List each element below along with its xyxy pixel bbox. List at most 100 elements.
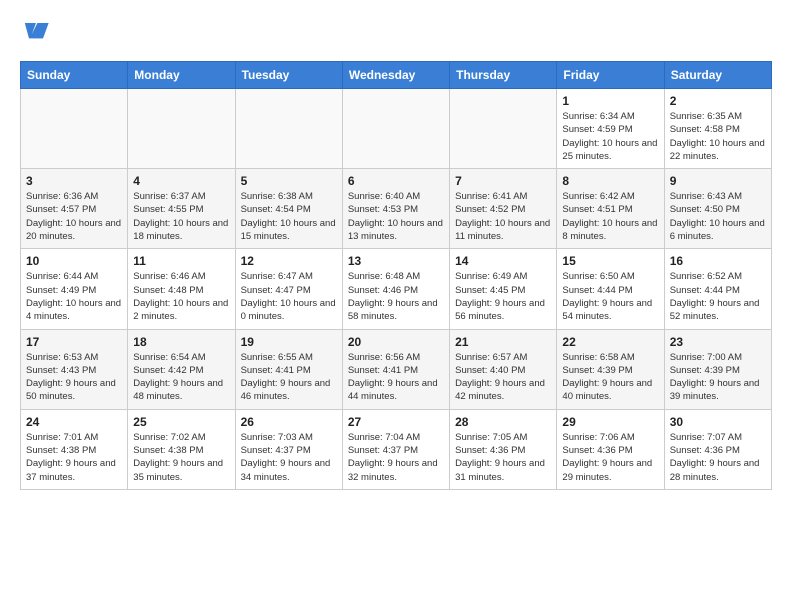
day-info: Sunrise: 6:42 AMSunset: 4:51 PMDaylight:… xyxy=(562,190,658,243)
day-info: Sunrise: 7:07 AMSunset: 4:36 PMDaylight:… xyxy=(670,431,766,484)
calendar-cell: 8Sunrise: 6:42 AMSunset: 4:51 PMDaylight… xyxy=(557,169,664,249)
day-info: Sunrise: 6:47 AMSunset: 4:47 PMDaylight:… xyxy=(241,270,337,323)
calendar-week-row: 3 Sunrise: 6:36 AMSunset: 4:57 PMDaylight… xyxy=(21,169,772,249)
calendar-cell: 14 Sunrise: 6:49 AMSunset: 4:45 PMDayligh… xyxy=(450,249,557,329)
day-info: Sunrise: 7:03 AMSunset: 4:37 PMDaylight:… xyxy=(241,431,337,484)
calendar-cell: 16 Sunrise: 6:52 AMSunset: 4:44 PMDayligh… xyxy=(664,249,771,329)
calendar-cell: 23 Sunrise: 7:00 AMSunset: 4:39 PMDayligh… xyxy=(664,329,771,409)
day-number: 30 xyxy=(670,415,766,429)
day-number: 7 xyxy=(455,174,551,188)
day-number: 12 xyxy=(241,254,337,268)
day-number: 27 xyxy=(348,415,444,429)
day-number: 15 xyxy=(562,254,658,268)
day-info: Sunrise: 6:54 AMSunset: 4:42 PMDaylight:… xyxy=(133,351,229,404)
day-info: Sunrise: 7:02 AMSunset: 4:38 PMDaylight:… xyxy=(133,431,229,484)
day-number: 21 xyxy=(455,335,551,349)
logo xyxy=(20,16,54,49)
weekday-header-sunday: Sunday xyxy=(21,62,128,89)
day-info: Sunrise: 7:00 AMSunset: 4:39 PMDaylight:… xyxy=(670,351,766,404)
calendar-cell: 1 Sunrise: 6:34 AMSunset: 4:59 PMDaylight… xyxy=(557,89,664,169)
day-number: 14 xyxy=(455,254,551,268)
day-number: 28 xyxy=(455,415,551,429)
day-info: Sunrise: 7:01 AMSunset: 4:38 PMDaylight:… xyxy=(26,431,122,484)
day-info: Sunrise: 6:55 AMSunset: 4:41 PMDaylight:… xyxy=(241,351,337,404)
weekday-header-row: SundayMondayTuesdayWednesdayThursdayFrid… xyxy=(21,62,772,89)
calendar-cell xyxy=(342,89,449,169)
day-number: 10 xyxy=(26,254,122,268)
calendar-cell: 22 Sunrise: 6:58 AMSunset: 4:39 PMDayligh… xyxy=(557,329,664,409)
calendar-week-row: 10 Sunrise: 6:44 AMSunset: 4:49 PMDayligh… xyxy=(21,249,772,329)
calendar-cell: 25 Sunrise: 7:02 AMSunset: 4:38 PMDayligh… xyxy=(128,409,235,489)
day-number: 22 xyxy=(562,335,658,349)
day-info: Sunrise: 6:53 AMSunset: 4:43 PMDaylight:… xyxy=(26,351,122,404)
day-info: Sunrise: 6:36 AMSunset: 4:57 PMDaylight:… xyxy=(26,190,122,243)
calendar: SundayMondayTuesdayWednesdayThursdayFrid… xyxy=(20,61,772,490)
calendar-cell: 18 Sunrise: 6:54 AMSunset: 4:42 PMDayligh… xyxy=(128,329,235,409)
calendar-cell: 12 Sunrise: 6:47 AMSunset: 4:47 PMDayligh… xyxy=(235,249,342,329)
weekday-header-thursday: Thursday xyxy=(450,62,557,89)
day-number: 16 xyxy=(670,254,766,268)
calendar-cell: 6 Sunrise: 6:40 AMSunset: 4:53 PMDaylight… xyxy=(342,169,449,249)
calendar-cell: 5 Sunrise: 6:38 AMSunset: 4:54 PMDaylight… xyxy=(235,169,342,249)
calendar-cell: 27 Sunrise: 7:04 AMSunset: 4:37 PMDayligh… xyxy=(342,409,449,489)
calendar-cell: 2Sunrise: 6:35 AMSunset: 4:58 PMDaylight… xyxy=(664,89,771,169)
day-info: Sunrise: 6:57 AMSunset: 4:40 PMDaylight:… xyxy=(455,351,551,404)
header xyxy=(20,16,772,49)
day-number: 6 xyxy=(348,174,444,188)
day-info: Sunrise: 6:49 AMSunset: 4:45 PMDaylight:… xyxy=(455,270,551,323)
day-number: 29 xyxy=(562,415,658,429)
day-info: Sunrise: 7:05 AMSunset: 4:36 PMDaylight:… xyxy=(455,431,551,484)
day-number: 4 xyxy=(133,174,229,188)
weekday-header-monday: Monday xyxy=(128,62,235,89)
calendar-week-row: 17 Sunrise: 6:53 AMSunset: 4:43 PMDayligh… xyxy=(21,329,772,409)
calendar-cell: 7 Sunrise: 6:41 AMSunset: 4:52 PMDaylight… xyxy=(450,169,557,249)
day-info: Sunrise: 6:52 AMSunset: 4:44 PMDaylight:… xyxy=(670,270,766,323)
calendar-cell: 29 Sunrise: 7:06 AMSunset: 4:36 PMDayligh… xyxy=(557,409,664,489)
calendar-cell: 30 Sunrise: 7:07 AMSunset: 4:36 PMDayligh… xyxy=(664,409,771,489)
day-number: 3 xyxy=(26,174,122,188)
calendar-cell: 13 Sunrise: 6:48 AMSunset: 4:46 PMDayligh… xyxy=(342,249,449,329)
calendar-cell: 21 Sunrise: 6:57 AMSunset: 4:40 PMDayligh… xyxy=(450,329,557,409)
weekday-header-friday: Friday xyxy=(557,62,664,89)
day-info: Sunrise: 6:56 AMSunset: 4:41 PMDaylight:… xyxy=(348,351,444,404)
day-info: Sunrise: 6:48 AMSunset: 4:46 PMDaylight:… xyxy=(348,270,444,323)
day-info: Sunrise: 6:35 AMSunset: 4:58 PMDaylight:… xyxy=(670,110,766,163)
calendar-cell: 17 Sunrise: 6:53 AMSunset: 4:43 PMDayligh… xyxy=(21,329,128,409)
day-info: Sunrise: 6:50 AMSunset: 4:44 PMDaylight:… xyxy=(562,270,658,323)
day-number: 9 xyxy=(670,174,766,188)
calendar-cell xyxy=(235,89,342,169)
day-info: Sunrise: 7:04 AMSunset: 4:37 PMDaylight:… xyxy=(348,431,444,484)
day-number: 26 xyxy=(241,415,337,429)
calendar-cell: 9 Sunrise: 6:43 AMSunset: 4:50 PMDaylight… xyxy=(664,169,771,249)
day-number: 1 xyxy=(562,94,658,108)
calendar-cell xyxy=(21,89,128,169)
page: SundayMondayTuesdayWednesdayThursdayFrid… xyxy=(0,0,792,506)
day-number: 11 xyxy=(133,254,229,268)
day-info: Sunrise: 6:37 AMSunset: 4:55 PMDaylight:… xyxy=(133,190,229,243)
calendar-week-row: 1 Sunrise: 6:34 AMSunset: 4:59 PMDaylight… xyxy=(21,89,772,169)
day-info: Sunrise: 6:38 AMSunset: 4:54 PMDaylight:… xyxy=(241,190,337,243)
logo-icon xyxy=(22,16,50,44)
calendar-cell: 3 Sunrise: 6:36 AMSunset: 4:57 PMDaylight… xyxy=(21,169,128,249)
day-number: 23 xyxy=(670,335,766,349)
day-info: Sunrise: 6:58 AMSunset: 4:39 PMDaylight:… xyxy=(562,351,658,404)
day-number: 19 xyxy=(241,335,337,349)
day-number: 25 xyxy=(133,415,229,429)
calendar-cell: 24Sunrise: 7:01 AMSunset: 4:38 PMDayligh… xyxy=(21,409,128,489)
calendar-cell xyxy=(128,89,235,169)
calendar-cell xyxy=(450,89,557,169)
day-number: 5 xyxy=(241,174,337,188)
day-number: 17 xyxy=(26,335,122,349)
day-number: 18 xyxy=(133,335,229,349)
day-info: Sunrise: 6:44 AMSunset: 4:49 PMDaylight:… xyxy=(26,270,122,323)
day-info: Sunrise: 6:43 AMSunset: 4:50 PMDaylight:… xyxy=(670,190,766,243)
calendar-cell: 4 Sunrise: 6:37 AMSunset: 4:55 PMDaylight… xyxy=(128,169,235,249)
calendar-cell: 15 Sunrise: 6:50 AMSunset: 4:44 PMDayligh… xyxy=(557,249,664,329)
calendar-cell: 26 Sunrise: 7:03 AMSunset: 4:37 PMDayligh… xyxy=(235,409,342,489)
day-info: Sunrise: 6:41 AMSunset: 4:52 PMDaylight:… xyxy=(455,190,551,243)
day-info: Sunrise: 6:40 AMSunset: 4:53 PMDaylight:… xyxy=(348,190,444,243)
day-info: Sunrise: 7:06 AMSunset: 4:36 PMDaylight:… xyxy=(562,431,658,484)
day-number: 13 xyxy=(348,254,444,268)
day-info: Sunrise: 6:34 AMSunset: 4:59 PMDaylight:… xyxy=(562,110,658,163)
day-number: 20 xyxy=(348,335,444,349)
